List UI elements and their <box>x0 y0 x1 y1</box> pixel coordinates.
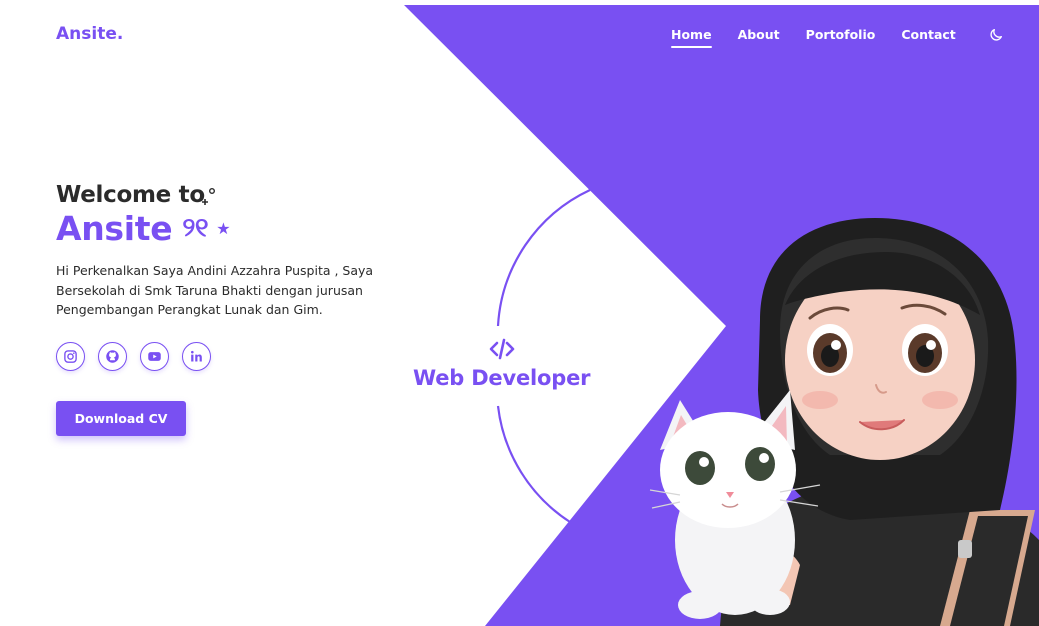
github-icon <box>106 350 119 363</box>
code-icon <box>489 338 515 360</box>
moon-icon[interactable] <box>988 27 1004 43</box>
youtube-icon <box>148 352 161 361</box>
linkedin-link[interactable] <box>182 342 211 371</box>
page: Ansite. Home About Portofolio Contact We… <box>0 0 1039 626</box>
youtube-link[interactable] <box>140 342 169 371</box>
nav-home[interactable]: Home <box>671 27 712 48</box>
github-link[interactable] <box>98 342 127 371</box>
nav-about[interactable]: About <box>738 27 780 48</box>
welcome-heading: Welcome to <box>56 182 205 208</box>
instagram-icon <box>64 350 77 363</box>
web-developer-label: Web Developer <box>413 366 591 390</box>
sparkle-icon <box>202 188 215 205</box>
brand-glyph: ୨୧ <box>182 213 209 243</box>
brand-title: Ansite ୨୧ ★ <box>56 209 231 248</box>
instagram-link[interactable] <box>56 342 85 371</box>
social-links <box>56 342 224 371</box>
main-nav: Home About Portofolio Contact <box>671 27 1004 48</box>
brand-name: Ansite <box>56 209 173 248</box>
hero-illustration <box>649 218 1039 626</box>
site-logo[interactable]: Ansite. <box>56 24 123 44</box>
star-icon: ★ <box>216 219 231 238</box>
nav-portofolio[interactable]: Portofolio <box>806 27 876 48</box>
linkedin-icon <box>191 350 202 362</box>
nav-contact[interactable]: Contact <box>901 27 955 48</box>
download-cv-button[interactable]: Download CV <box>56 401 186 436</box>
intro-paragraph: Hi Perkenalkan Saya Andini Azzahra Puspi… <box>56 263 374 317</box>
